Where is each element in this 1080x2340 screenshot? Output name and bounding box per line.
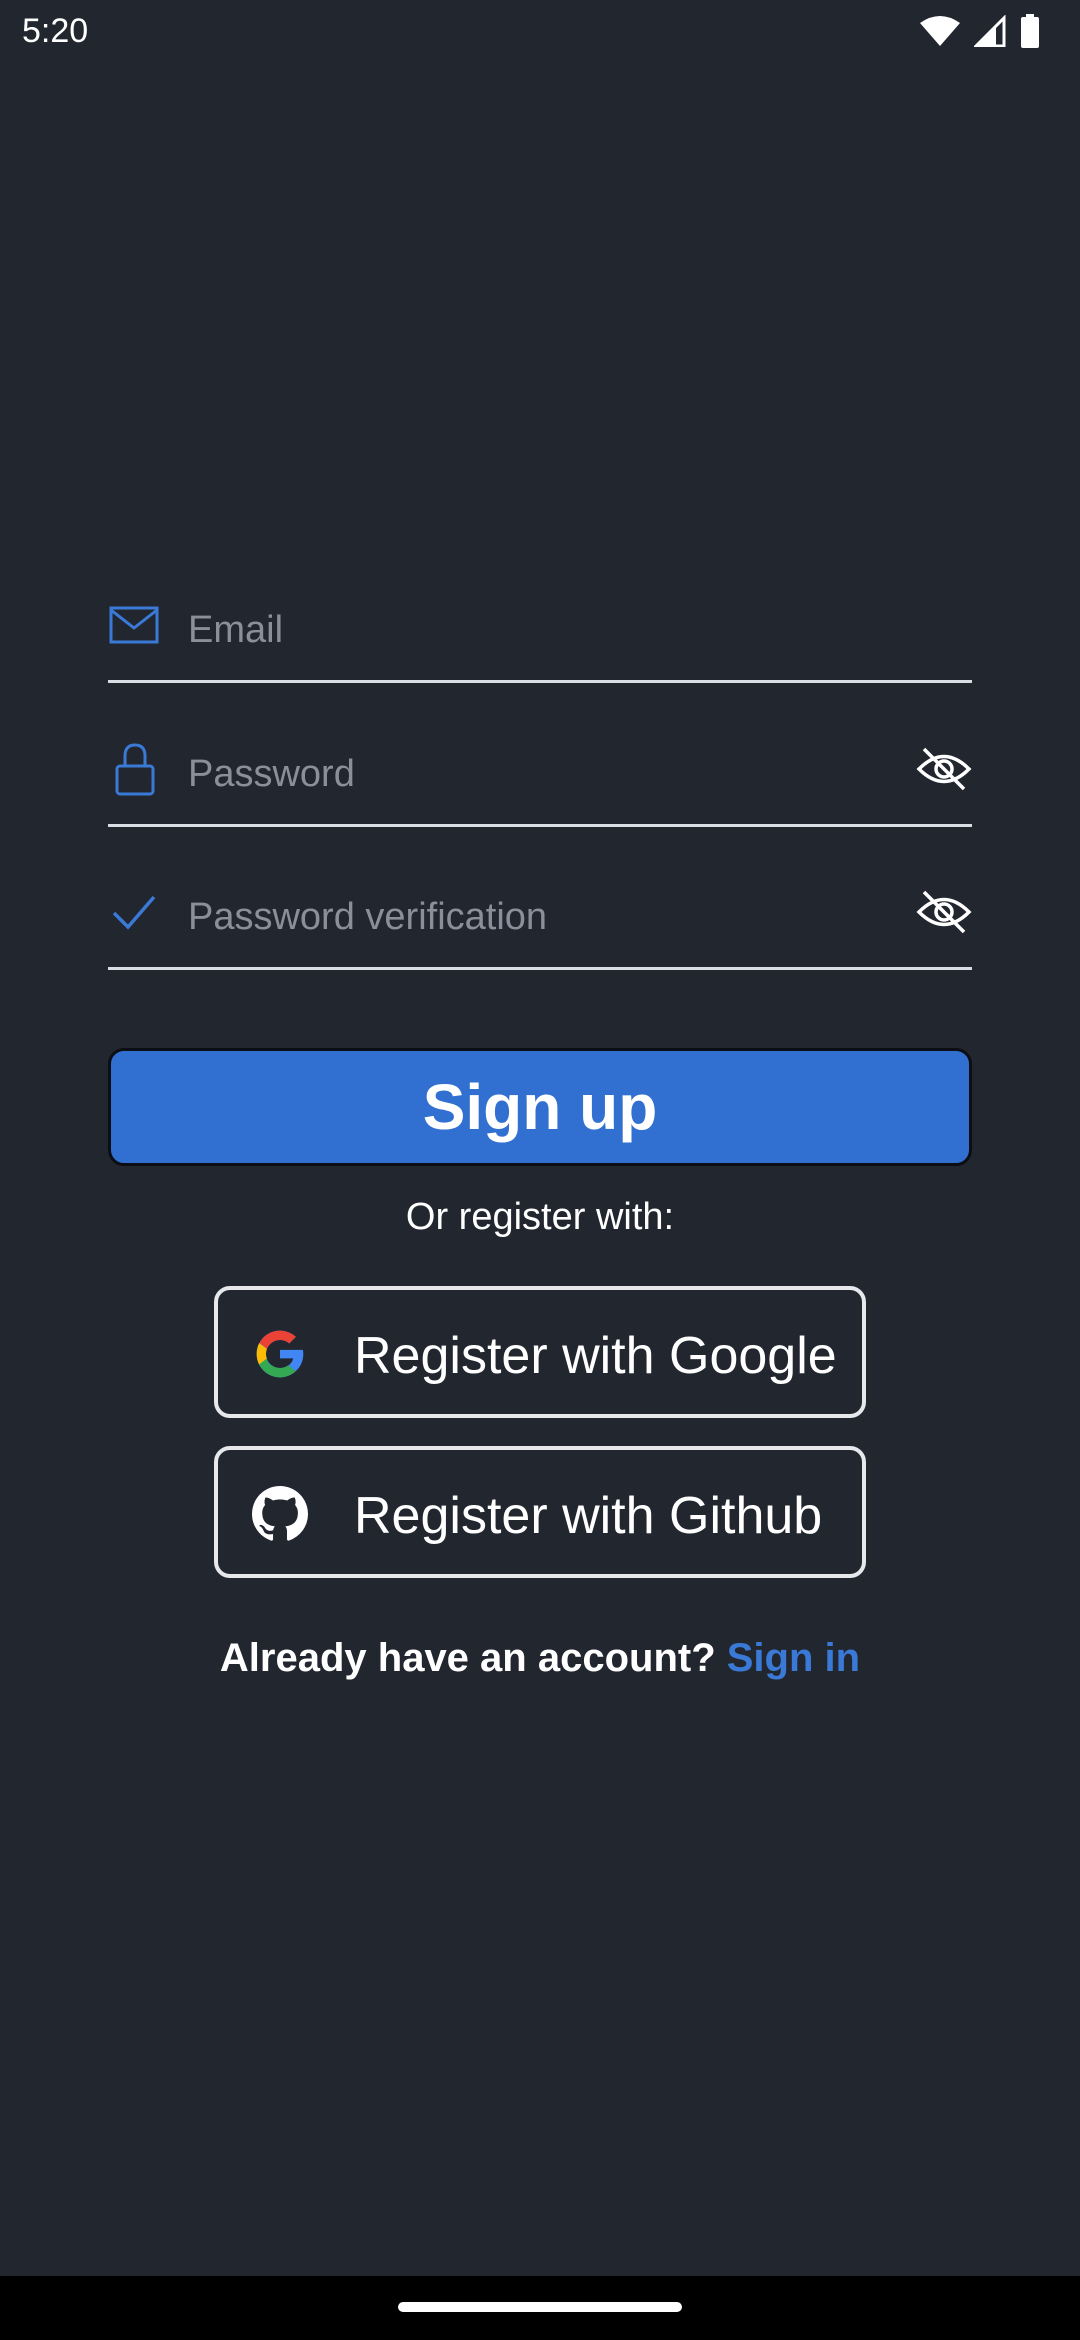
lock-icon [115,743,155,796]
password-verification-input[interactable] [188,887,808,947]
register-github-label: Register with Github [354,1487,823,1545]
or-register-text: Or register with: [405,1196,675,1238]
register-google-label: Register with Google [354,1327,837,1385]
status-bar: 5:20 [0,0,1080,66]
register-github-button[interactable]: Register with Github [214,1446,866,1578]
password-verification-field-container [108,867,972,970]
eye-off-icon[interactable] [916,889,972,935]
home-indicator[interactable] [398,2302,682,2312]
mail-icon [109,606,159,644]
wifi-icon [920,16,960,46]
email-input[interactable] [188,600,808,660]
email-field-container [108,580,972,683]
signup-button[interactable]: Sign up [108,1048,972,1166]
signal-icon [974,15,1006,47]
register-google-button[interactable]: Register with Google [214,1286,866,1418]
signin-link[interactable]: Sign in [727,1636,860,1680]
eye-off-icon[interactable] [916,746,972,792]
password-field-container [108,724,972,827]
check-icon [112,895,156,930]
github-icon [252,1486,308,1541]
status-time: 5:20 [22,12,89,50]
signin-question: Already have an account? [219,1636,727,1680]
status-icons [920,14,1040,48]
password-input[interactable] [188,744,808,804]
battery-icon [1021,14,1039,48]
google-icon [256,1330,304,1378]
signin-prompt: Already have an account? Sign in [0,1636,1080,1681]
navigation-bar [0,2276,1080,2340]
